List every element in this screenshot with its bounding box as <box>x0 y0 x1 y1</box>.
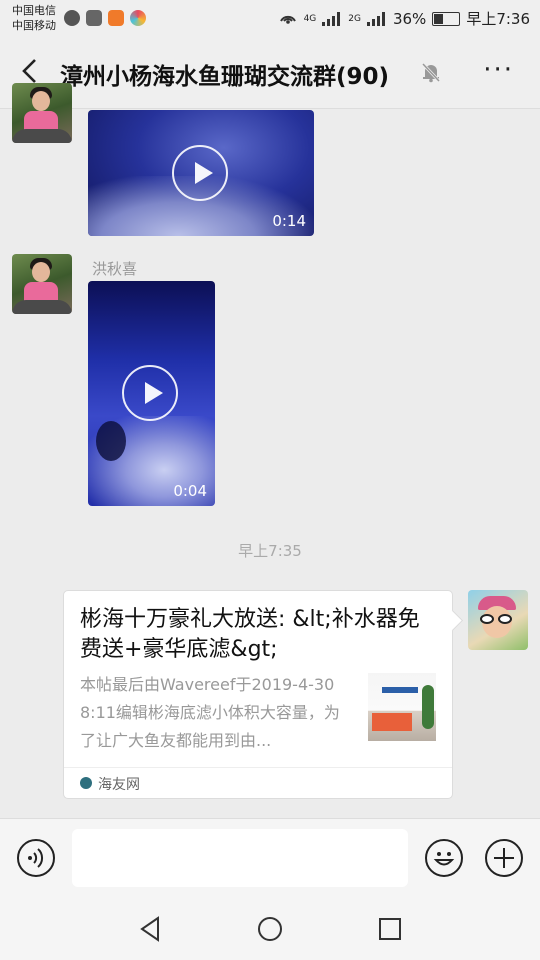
voice-icon <box>28 848 44 868</box>
time-divider: 早上7:35 <box>238 542 302 560</box>
back-arrow-icon <box>22 59 36 83</box>
my-avatar[interactable] <box>468 590 528 650</box>
voice-button[interactable] <box>17 839 55 877</box>
carrier-info: 中国电信 中国移动 <box>12 3 56 33</box>
plus-icon <box>494 848 514 868</box>
hotspot-icon <box>278 9 298 29</box>
signal-1-icon <box>322 11 342 26</box>
input-bar <box>0 818 540 899</box>
video-message-2[interactable]: 0:04 <box>88 281 215 506</box>
nav-recents-button[interactable] <box>377 916 403 942</box>
app-notification-icon <box>86 10 102 26</box>
plus-button[interactable] <box>485 839 523 877</box>
chat-header: 漳州小杨海水鱼珊瑚交流群(90) ··· <box>0 38 540 109</box>
emoji-button[interactable] <box>425 839 463 877</box>
sender-avatar[interactable] <box>12 254 72 314</box>
link-card-source: 海友网 <box>98 777 140 793</box>
notification-icons <box>64 10 146 26</box>
network-type-1: 4G <box>303 13 317 24</box>
message-input[interactable] <box>72 829 408 887</box>
carrier-2: 中国移动 <box>12 19 56 32</box>
play-icon[interactable] <box>122 365 178 421</box>
browser-notification-icon <box>130 10 146 26</box>
sender-avatar[interactable] <box>12 83 72 143</box>
video-message-1[interactable]: 0:14 <box>88 110 314 236</box>
link-card-thumbnail <box>368 673 436 741</box>
battery-icon <box>432 11 461 26</box>
nav-recents-icon <box>379 918 401 940</box>
nav-home-button[interactable] <box>257 916 283 942</box>
sender-name: 洪秋喜 <box>92 260 138 278</box>
source-logo-icon <box>80 777 92 789</box>
link-card-title: 彬海十万豪礼大放送: &lt;补水器免费送+豪华底滤&gt; <box>80 607 420 662</box>
nav-home-icon <box>258 917 282 941</box>
emoji-icon <box>433 852 455 866</box>
nav-back-icon <box>140 916 159 942</box>
back-button[interactable] <box>16 56 46 86</box>
system-nav-bar <box>0 898 540 960</box>
status-bar: 中国电信 中国移动 4G 2G 36% 早上7:36 <box>0 0 540 38</box>
chat-title: 漳州小杨海水鱼珊瑚交流群(90) <box>60 64 390 90</box>
clock: 早上7:36 <box>466 10 530 28</box>
link-card-description: 本帖最后由Wavereef于2019-4-308:11编辑彬海底滤小体积大容量，… <box>80 675 340 750</box>
network-type-2: 2G <box>348 13 361 24</box>
signal-2-icon <box>366 11 387 26</box>
link-card-footer: 海友网 <box>64 767 452 799</box>
mute-bell-icon <box>420 61 442 83</box>
taobao-notification-icon <box>108 10 124 26</box>
video-duration: 0:14 <box>272 212 306 230</box>
play-icon[interactable] <box>172 145 228 201</box>
more-icon: ··· <box>483 55 514 85</box>
more-button[interactable]: ··· <box>483 57 514 83</box>
link-card-message[interactable]: 彬海十万豪礼大放送: &lt;补水器免费送+豪华底滤&gt; 本帖最后由Wave… <box>63 590 453 799</box>
carrier-1: 中国电信 <box>12 4 56 17</box>
status-right: 4G 2G 36% 早上7:36 <box>278 8 530 29</box>
nav-back-button[interactable] <box>138 916 164 942</box>
wechat-notification-icon <box>64 10 80 26</box>
battery-percent: 36% <box>392 9 427 28</box>
video-duration: 0:04 <box>173 482 207 500</box>
